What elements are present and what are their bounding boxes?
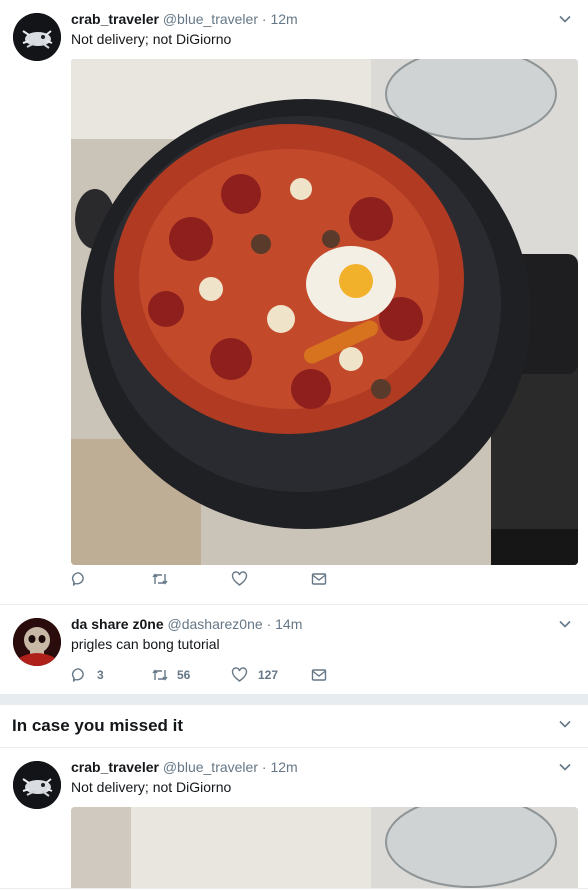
envelope-icon bbox=[311, 669, 327, 681]
retweet-count: 56 bbox=[177, 668, 191, 682]
reply-button[interactable]: 3 bbox=[71, 667, 151, 683]
section-title: In case you missed it bbox=[12, 716, 184, 735]
retweet-button[interactable]: 56 bbox=[151, 667, 231, 683]
tweet-actions: 3 56 127 bbox=[71, 667, 391, 683]
direct-message-button[interactable] bbox=[311, 667, 391, 683]
crab-avatar-image bbox=[13, 761, 61, 809]
separator-dot: · bbox=[261, 759, 267, 775]
separator-dot: · bbox=[261, 11, 267, 27]
envelope-icon bbox=[311, 573, 327, 585]
timestamp[interactable]: 14m bbox=[275, 616, 302, 632]
tweet[interactable]: crab_traveler @blue_traveler · 12m Not d… bbox=[0, 0, 588, 605]
retweet-icon bbox=[152, 669, 168, 681]
tweet-photo[interactable] bbox=[71, 59, 578, 565]
tweet-photo[interactable] bbox=[71, 807, 578, 888]
username[interactable]: @dasharez0ne bbox=[168, 616, 263, 632]
pizza-photo-image bbox=[71, 59, 578, 565]
timestamp[interactable]: 12m bbox=[270, 11, 297, 27]
reply-count: 3 bbox=[97, 668, 104, 682]
chevron-down-icon[interactable] bbox=[558, 760, 572, 774]
like-button[interactable] bbox=[231, 571, 311, 587]
display-name[interactable]: da share z0ne bbox=[71, 616, 164, 632]
skull-avatar-image bbox=[13, 618, 61, 666]
tweet-header: crab_traveler @blue_traveler · 12m bbox=[71, 11, 298, 27]
retweet-icon bbox=[152, 573, 168, 585]
like-button[interactable]: 127 bbox=[231, 667, 311, 683]
timeline: crab_traveler @blue_traveler · 12m Not d… bbox=[0, 0, 588, 889]
chevron-down-icon[interactable] bbox=[558, 12, 572, 26]
reply-icon bbox=[71, 572, 84, 586]
chevron-down-icon[interactable] bbox=[558, 617, 572, 631]
tweet[interactable]: da share z0ne @dasharez0ne · 14m prigles… bbox=[0, 605, 588, 695]
retweet-button[interactable] bbox=[151, 571, 231, 587]
reply-icon bbox=[71, 668, 84, 682]
chevron-down-icon[interactable] bbox=[558, 717, 572, 731]
timestamp[interactable]: 12m bbox=[270, 759, 297, 775]
display-name[interactable]: crab_traveler bbox=[71, 759, 159, 775]
tweet-actions bbox=[71, 571, 391, 587]
avatar[interactable] bbox=[13, 618, 61, 666]
display-name[interactable]: crab_traveler bbox=[71, 11, 159, 27]
tweet-header: da share z0ne @dasharez0ne · 14m bbox=[71, 616, 302, 632]
tweet[interactable]: crab_traveler @blue_traveler · 12m Not d… bbox=[0, 748, 588, 889]
avatar[interactable] bbox=[13, 13, 61, 61]
tweet-text: Not delivery; not DiGiorno bbox=[71, 31, 232, 47]
reply-button[interactable] bbox=[71, 571, 151, 587]
username[interactable]: @blue_traveler bbox=[163, 759, 258, 775]
in-case-you-missed-it-header: In case you missed it bbox=[0, 705, 588, 748]
tweet-header: crab_traveler @blue_traveler · 12m bbox=[71, 759, 298, 775]
separator-dot: · bbox=[266, 616, 272, 632]
avatar[interactable] bbox=[13, 761, 61, 809]
tweet-text: Not delivery; not DiGiorno bbox=[71, 779, 232, 795]
pizza-photo-image bbox=[71, 807, 578, 888]
direct-message-button[interactable] bbox=[311, 571, 391, 587]
tweet-text: prigles can bong tutorial bbox=[71, 636, 220, 652]
like-count: 127 bbox=[258, 668, 279, 682]
heart-icon bbox=[231, 571, 248, 586]
section-divider bbox=[0, 695, 588, 705]
heart-icon bbox=[231, 667, 248, 682]
username[interactable]: @blue_traveler bbox=[163, 11, 258, 27]
crab-avatar-image bbox=[13, 13, 61, 61]
